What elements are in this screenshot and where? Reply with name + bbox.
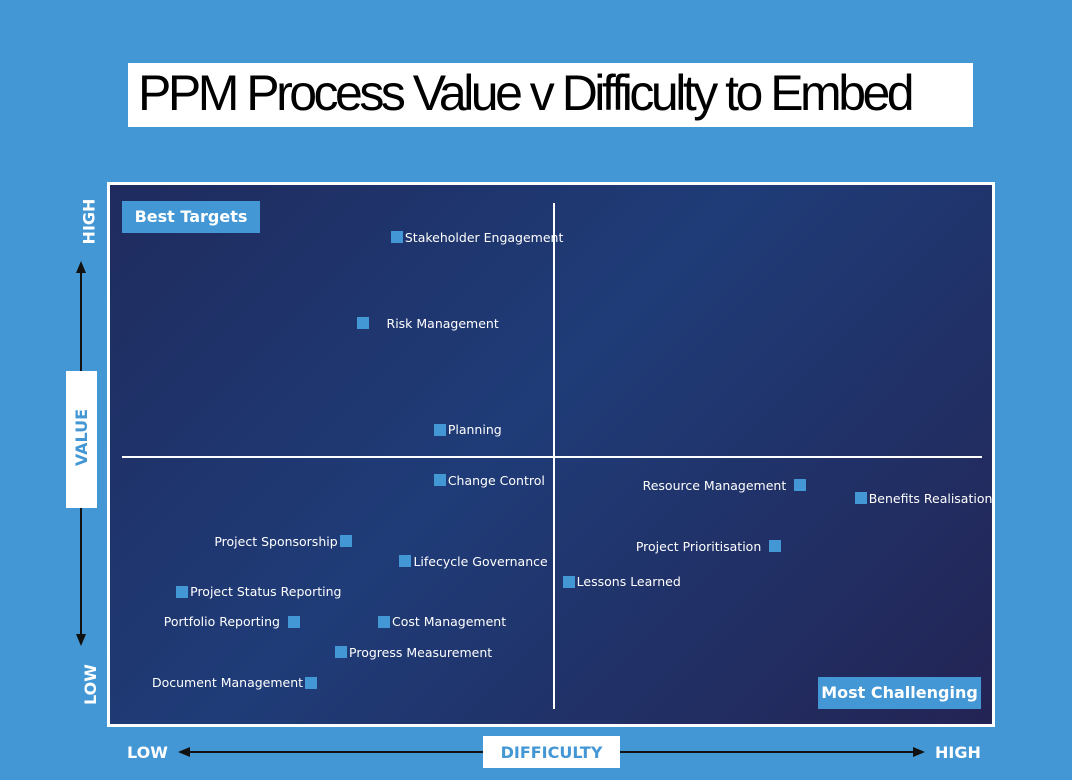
scatter-point: Benefits Realisation [854, 490, 993, 506]
scatter-point: Cost Management [377, 614, 507, 630]
quadrant-label-most-challenging: Most Challenging [818, 677, 981, 709]
scatter-point: Progress Measurement [335, 644, 493, 660]
point-label: Stakeholder Engagement [404, 229, 564, 245]
scatter-point: Planning [433, 422, 502, 438]
x-axis-low-label: LOW [127, 743, 168, 762]
point-marker [287, 615, 300, 628]
point-marker [433, 423, 446, 436]
y-axis-title: VALUE [72, 408, 91, 467]
plot-area: Best Targets Most Challenging Stakeholde… [107, 182, 995, 727]
scatter-point: Change Control [433, 472, 545, 488]
x-axis-title: DIFFICULTY [483, 736, 620, 768]
point-label: Progress Measurement [349, 644, 493, 660]
point-label: Project Prioritisation [635, 538, 762, 554]
point-marker [176, 585, 189, 598]
x-axis-arrow-right-icon [913, 747, 925, 757]
point-label: Portfolio Reporting [163, 614, 280, 630]
y-axis-high-label: HIGH [79, 198, 99, 245]
point-label: Lessons Learned [576, 574, 681, 589]
scatter-point: Portfolio Reporting [163, 614, 300, 630]
x-axis-high-label: HIGH [935, 743, 981, 762]
scatter-point: Lessons Learned [562, 574, 681, 589]
point-marker [335, 646, 348, 659]
point-marker [390, 231, 403, 244]
point-label: Change Control [447, 472, 545, 488]
y-axis-line-upper [80, 270, 82, 371]
scatter-point: Project Sponsorship [214, 533, 352, 549]
chart-title: PPM Process Value v Difficulty to Embed [138, 65, 915, 121]
quadrant-label-best-targets: Best Targets [122, 201, 260, 233]
title-box: PPM Process Value v Difficulty to Embed [128, 63, 973, 127]
point-marker [305, 676, 318, 689]
point-marker [794, 479, 807, 492]
y-axis-title-box: VALUE [66, 371, 97, 508]
point-label: Benefits Realisation [868, 490, 993, 506]
point-marker [356, 317, 369, 330]
x-axis-line-right [620, 751, 915, 753]
scatter-point: Risk Management [356, 315, 499, 331]
point-label: Risk Management [386, 315, 499, 331]
point-marker [399, 555, 412, 568]
point-marker [769, 540, 782, 553]
x-axis-line-left [188, 751, 483, 753]
scatter-point: Project Prioritisation [635, 538, 782, 554]
scatter-point: Project Status Reporting [176, 584, 342, 600]
point-label: Resource Management [642, 477, 787, 493]
point-label: Planning [447, 422, 502, 438]
scatter-point: Lifecycle Governance [399, 553, 548, 569]
point-marker [562, 575, 575, 588]
horizontal-divider [122, 456, 982, 458]
point-label: Lifecycle Governance [413, 553, 548, 569]
point-label: Project Sponsorship [214, 533, 338, 549]
y-axis-low-label: LOW [80, 664, 100, 705]
y-axis-line-lower [80, 508, 82, 636]
point-label: Cost Management [391, 614, 507, 630]
point-marker [339, 535, 352, 548]
y-axis-arrow-down-icon [76, 634, 86, 646]
point-marker [854, 492, 867, 504]
point-marker [377, 615, 390, 628]
point-marker [433, 474, 446, 487]
point-label: Document Management [151, 675, 304, 691]
scatter-point: Resource Management [642, 477, 807, 493]
point-label: Project Status Reporting [190, 584, 342, 600]
scatter-point: Document Management [151, 675, 318, 691]
scatter-point: Stakeholder Engagement [390, 229, 564, 245]
